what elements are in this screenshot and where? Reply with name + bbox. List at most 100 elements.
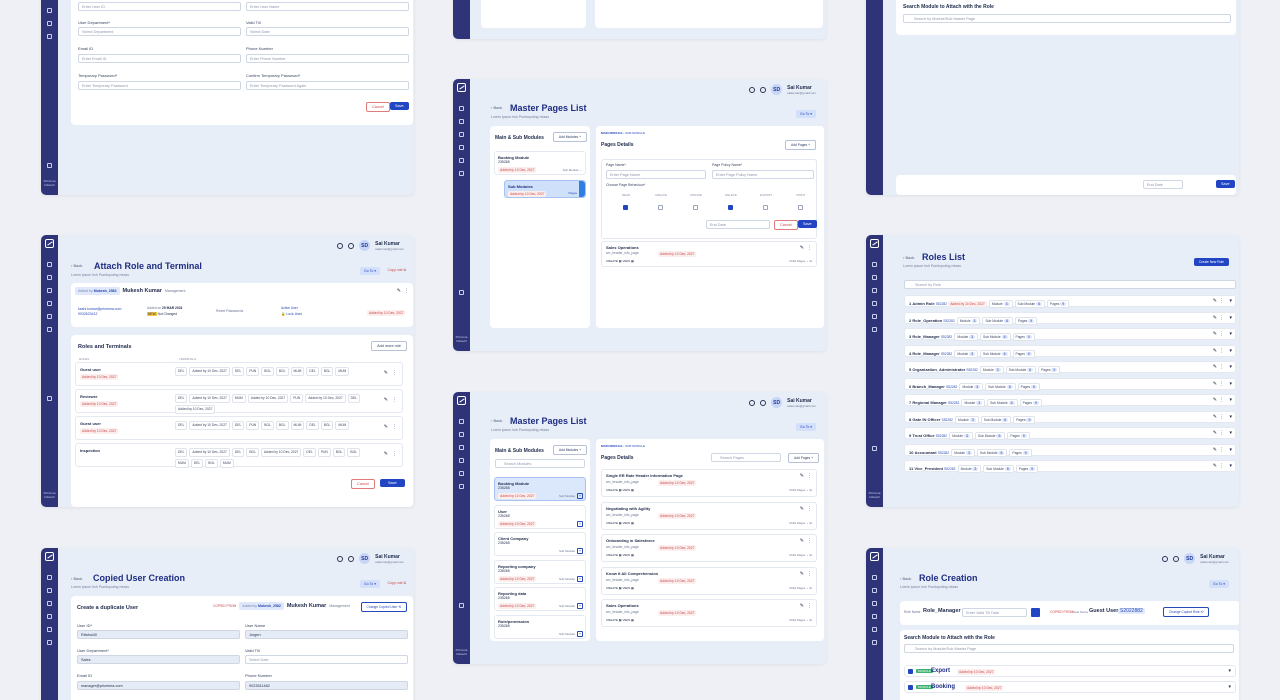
report-icon[interactable]: [47, 327, 52, 332]
perm-checkbox[interactable]: [623, 205, 628, 210]
save-button[interactable]: Save: [1216, 180, 1235, 188]
back-link[interactable]: ‹ Back: [491, 418, 502, 423]
module-item[interactable]: Client Company 235265 Sub Module +: [494, 532, 586, 556]
more-icon[interactable]: ⋮: [1219, 381, 1224, 387]
terminal-chip[interactable]: DEL: [190, 459, 204, 468]
avatar[interactable]: SD: [1184, 553, 1196, 564]
list-icon[interactable]: [47, 288, 52, 293]
edit-icon[interactable]: ✎: [1213, 397, 1217, 403]
terminal-chip[interactable]: Added by 10 Dec, 2027: [175, 405, 216, 414]
terminal-chip[interactable]: PUN: [246, 367, 260, 376]
chevron-down-icon[interactable]: ▾: [1228, 684, 1231, 690]
bell-icon[interactable]: [760, 399, 767, 406]
chat-icon[interactable]: [872, 301, 877, 306]
search-icon[interactable]: [337, 242, 344, 249]
search-icon[interactable]: [337, 555, 344, 562]
terminal-chip[interactable]: BGL: [275, 421, 289, 430]
home-icon[interactable]: [459, 419, 464, 424]
page-item[interactable]: Sales Operations sm_header_info_page Added…: [601, 599, 817, 627]
bell-icon[interactable]: [348, 555, 355, 562]
search-icon[interactable]: [1162, 555, 1169, 562]
edit-icon[interactable]: ✎: [1213, 348, 1217, 354]
document-icon[interactable]: [459, 432, 464, 437]
grid-icon[interactable]: [47, 34, 52, 39]
home-icon[interactable]: [47, 262, 52, 267]
page-name-input[interactable]: Enter Page Name: [606, 170, 706, 179]
module-item[interactable]: User 235265 Added by 10 Dec, 2027 +: [494, 504, 586, 529]
search-icon[interactable]: [749, 399, 756, 406]
more-icon[interactable]: ⋮: [404, 288, 409, 294]
back-link[interactable]: ‹ Back: [903, 255, 914, 260]
email-input[interactable]: manager@prizmma.com: [77, 681, 240, 690]
cancel-button[interactable]: Cancel: [774, 220, 798, 230]
child-pages[interactable]: Child Pages ⌄ ⊞: [789, 521, 812, 525]
cancel-button[interactable]: Cancel: [366, 102, 390, 112]
terminal-chip[interactable]: DEL: [175, 421, 188, 430]
module-item[interactable]: Booking Module 235265 Added by 10 Dec, 202…: [494, 477, 586, 501]
add-icon[interactable]: +: [577, 493, 583, 499]
more-icon[interactable]: ⋮: [807, 571, 812, 577]
more-icon[interactable]: ⋮: [392, 424, 397, 430]
grid-icon[interactable]: [47, 314, 52, 319]
more-icon[interactable]: ⋮: [807, 245, 812, 251]
terminal-chip[interactable]: BGL: [275, 367, 289, 376]
edit-icon[interactable]: ✎: [384, 370, 388, 376]
more-icon[interactable]: ⋮: [1219, 430, 1224, 436]
report-icon[interactable]: [872, 327, 877, 332]
terminal-chip[interactable]: MUM: [175, 459, 189, 468]
role-row[interactable]: 8 Gate IN Officer S52282 Module 3 Sub Mod…: [904, 410, 1236, 424]
settings-icon[interactable]: [459, 290, 464, 295]
more-icon[interactable]: ⋮: [1219, 397, 1224, 403]
document-icon[interactable]: [47, 275, 52, 280]
create-role-button[interactable]: Create New Role: [1193, 258, 1229, 266]
avatar[interactable]: SD: [359, 240, 371, 251]
list-icon[interactable]: [47, 601, 52, 606]
confirm-password-input[interactable]: Enter Temporary Password Again: [246, 81, 409, 90]
save-button[interactable]: Save: [798, 220, 817, 228]
more-icon[interactable]: ⋮: [807, 603, 812, 609]
settings-icon[interactable]: [47, 163, 52, 168]
edit-icon[interactable]: ✎: [800, 245, 804, 251]
home-icon[interactable]: [872, 575, 877, 580]
avatar[interactable]: SD: [359, 553, 371, 564]
page-item[interactable]: Sales Operations sm_header_info_page Add…: [601, 241, 817, 267]
avatar[interactable]: SD: [771, 84, 783, 95]
edit-icon[interactable]: ✎: [384, 424, 388, 430]
grid-icon[interactable]: [872, 627, 877, 632]
more-icon[interactable]: ⋮: [1219, 447, 1224, 453]
grid-icon[interactable]: [872, 314, 877, 319]
page-item[interactable]: Onboarding in Salesforce sm_header_info_p…: [601, 534, 817, 562]
goto-button[interactable]: Go To ▾: [795, 423, 816, 431]
terminal-chip[interactable]: DEL: [175, 367, 188, 376]
module-search-input[interactable]: Search by Module/Sub Master Page: [903, 14, 1231, 23]
terminal-chip[interactable]: Added by 10 Dec, 2027: [189, 394, 230, 403]
module-row-booking[interactable]: MODULE Booking Added by 10 Dec, 2027 ▾: [904, 681, 1236, 693]
settings-icon[interactable]: [459, 603, 464, 608]
edit-icon[interactable]: ✎: [800, 538, 804, 544]
add-pages-button[interactable]: Add Pages +: [785, 140, 816, 150]
back-link[interactable]: ‹ Back: [900, 576, 911, 581]
terminal-chip[interactable]: BGL: [261, 367, 274, 376]
role-row[interactable]: Inspection DEL Added by 10 Dec, 2027 DEL BGL…: [75, 443, 403, 468]
terminal-chip[interactable]: BGL: [332, 448, 346, 457]
child-pages[interactable]: Child Pages ⌄ ⊞: [789, 586, 812, 590]
role-row[interactable]: 9 Trust Office S52282 Module 3 Sub Module…: [904, 427, 1236, 440]
more-icon[interactable]: ⋮: [1219, 298, 1224, 304]
role-row[interactable]: 11 Vice_President S52282 Module 3 Sub Mod…: [904, 460, 1236, 473]
terminal-chip[interactable]: Added by 10 Dec, 2027: [247, 394, 289, 403]
terminal-chip[interactable]: BGL: [347, 448, 360, 457]
search-icon[interactable]: [749, 86, 756, 93]
perm-checkbox[interactable]: [658, 205, 663, 210]
copy-role-link[interactable]: Copy role ⧉: [388, 581, 406, 585]
edit-icon[interactable]: ✎: [1213, 430, 1217, 436]
email-input[interactable]: Enter Email ID: [78, 54, 241, 63]
goto-button[interactable]: Go To ▾: [359, 267, 380, 275]
edit-icon[interactable]: ✎: [384, 397, 388, 403]
goto-button[interactable]: Go To ▾: [1208, 580, 1229, 588]
grid-icon[interactable]: [47, 627, 52, 632]
chevron-down-icon[interactable]: ▾: [1229, 348, 1232, 354]
page-item[interactable]: Know it All Comprehension sm_header_info_…: [601, 566, 817, 595]
edit-icon[interactable]: ✎: [1213, 447, 1217, 453]
temp-password-input[interactable]: Enter Temporary Password: [78, 81, 241, 90]
module-item[interactable]: Role/permission 235265 Sub Module +: [494, 614, 586, 639]
